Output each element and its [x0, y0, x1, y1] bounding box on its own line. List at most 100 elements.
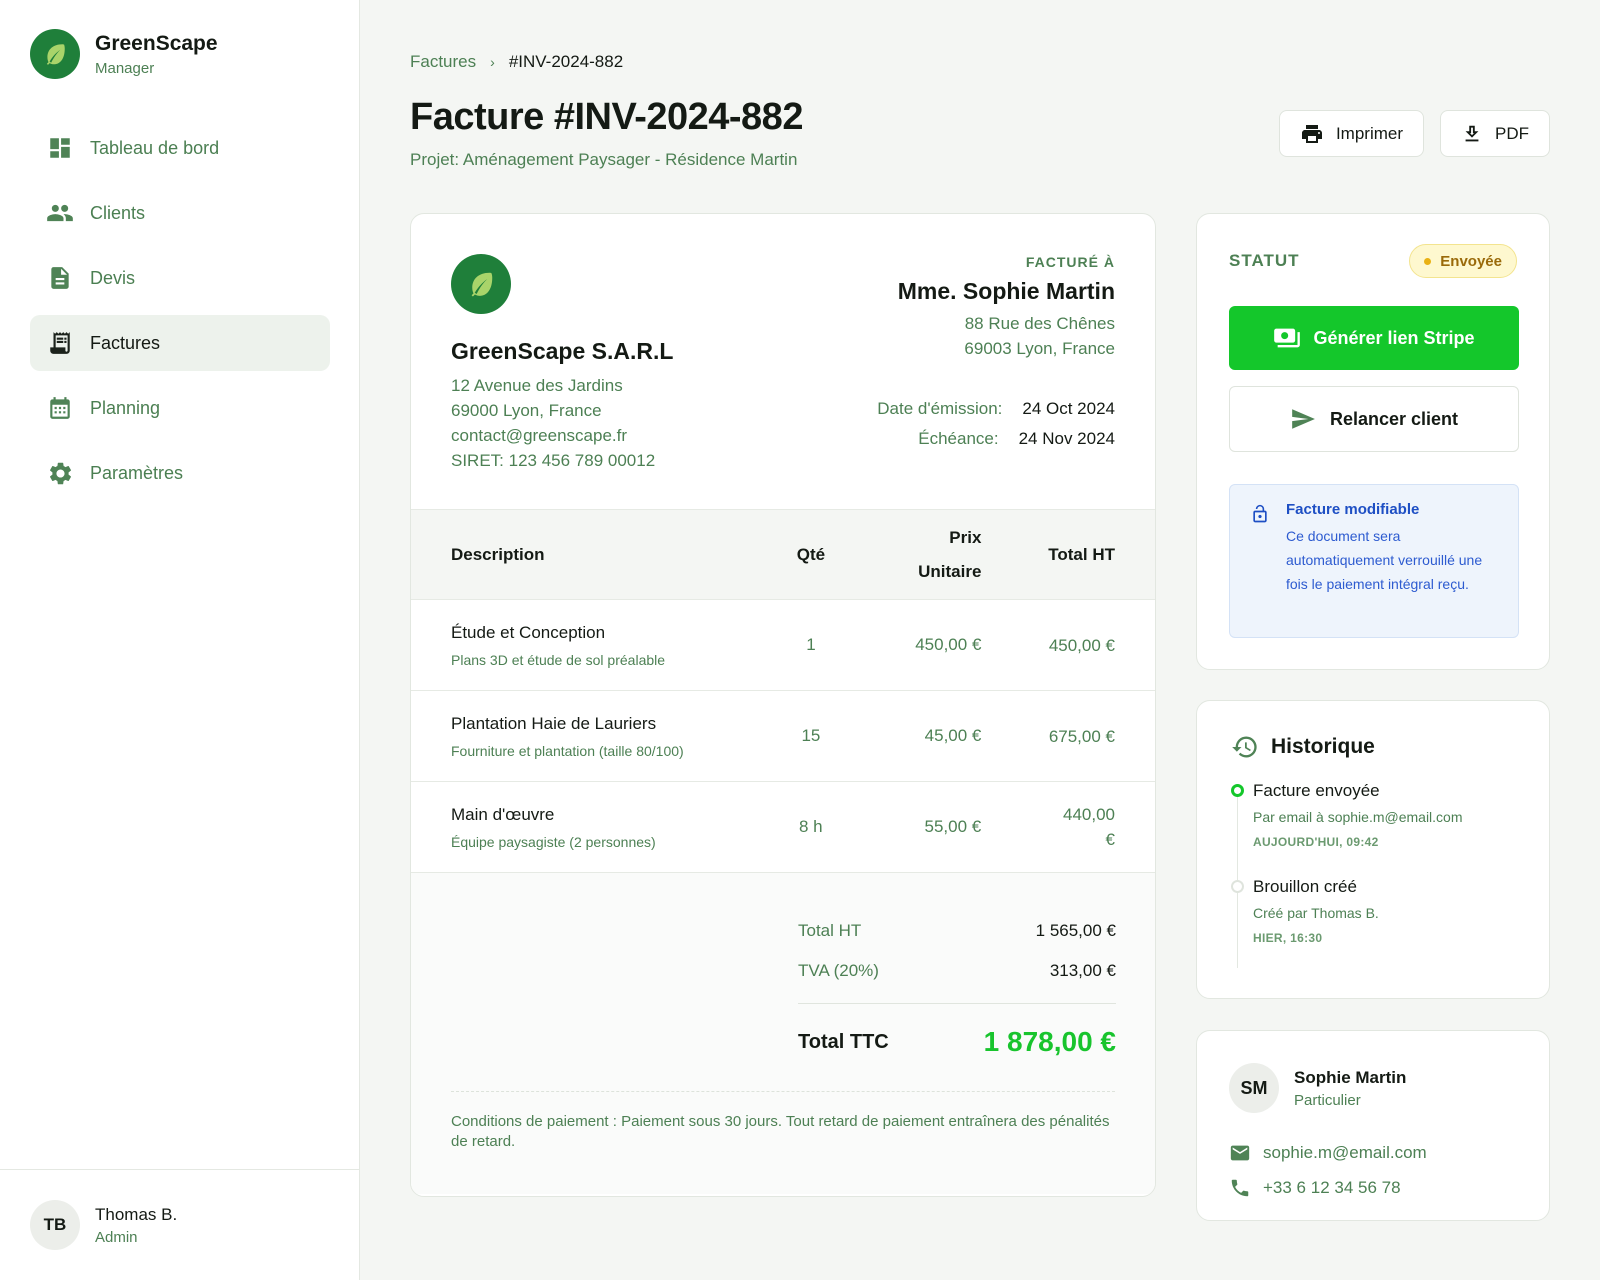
brand[interactable]: GreenScape Manager: [30, 29, 218, 79]
timeline-item: Facture envoyée Par email à sophie.m@ema…: [1231, 781, 1463, 849]
sidebar-item-dashboard[interactable]: Tableau de bord: [30, 120, 330, 176]
line-item-qty: 1: [806, 635, 816, 654]
company-address-line1: 12 Avenue des Jardins: [451, 376, 623, 395]
chevron-right-icon: ›: [490, 54, 495, 70]
breadcrumb-current: #INV-2024-882: [508, 52, 624, 71]
line-item-description: Fourniture et plantation (taille 80/100): [451, 742, 684, 759]
invoice-header: GreenScape S.A.R.L 12 Avenue des Jardins…: [411, 214, 1155, 510]
table-row: Étude et Conception Plans 3D et étude de…: [411, 600, 1155, 691]
brand-role: Manager: [95, 59, 155, 77]
client-phone: +33 6 12 34 56 78: [1263, 1178, 1401, 1197]
lock-open-icon: [1253, 504, 1267, 523]
status-dot-icon: [1424, 257, 1432, 265]
sidebar-item-clients[interactable]: Clients: [30, 185, 330, 241]
company-name: GreenScape S.A.R.L: [451, 338, 674, 364]
total-ttc-value: 1 878,00 €: [983, 1026, 1116, 1057]
line-item-title: Plantation Haie de Lauriers: [451, 713, 657, 733]
timeline-event-title: Brouillon créé: [1253, 877, 1357, 896]
line-item-total: 440,00 €: [1063, 805, 1115, 849]
issue-date-label: Date d'émission:: [877, 399, 1003, 418]
status-label: STATUT: [1229, 251, 1300, 270]
sidebar: GreenScape Manager Tableau de bord Clien…: [0, 0, 360, 1280]
bill-to-label: FACTURÉ À: [1025, 254, 1115, 270]
people-icon: [46, 199, 74, 227]
sidebar-item-devis[interactable]: Devis: [30, 250, 330, 306]
sidebar-item-label: Factures: [90, 332, 161, 353]
bill-to-address-line2: 69003 Lyon, France: [964, 339, 1115, 358]
user-profile[interactable]: TB Thomas B. Admin: [0, 1169, 360, 1280]
leaf-logo-icon: [30, 29, 80, 79]
line-item-unit-price: 45,00 €: [924, 726, 982, 745]
pdf-button[interactable]: PDF: [1440, 110, 1550, 157]
total-ht-value: 1 565,00 €: [1035, 921, 1116, 940]
download-icon: [1465, 125, 1479, 141]
payment-conditions: Conditions de paiement : Paiement sous 3…: [451, 1091, 1115, 1152]
timeline-event-detail: Par email à sophie.m@email.com: [1253, 809, 1463, 825]
company-address-line2: 69000 Lyon, France: [451, 401, 602, 420]
page-title: Facture #INV-2024-882: [410, 96, 803, 138]
totals-section: Total HT 1 565,00 € TVA (20%) 313,00 € T…: [411, 873, 1155, 1194]
line-item-title: Étude et Conception: [451, 622, 606, 642]
document-icon: [46, 264, 74, 292]
sidebar-item-label: Planning: [90, 397, 161, 418]
invoice-card: GreenScape S.A.R.L 12 Avenue des Jardins…: [410, 213, 1156, 1197]
timeline-event-time: HIER, 16:30: [1253, 931, 1323, 945]
pdf-label: PDF: [1495, 123, 1529, 143]
calendar-icon: [46, 394, 74, 422]
sidebar-item-parametres[interactable]: Paramètres: [30, 445, 330, 501]
dashboard-icon: [46, 134, 74, 162]
tva-value: 313,00 €: [1049, 961, 1116, 980]
client-email: sophie.m@email.com: [1263, 1143, 1427, 1162]
timeline-dot-icon: [1231, 880, 1244, 893]
issue-date-value: 24 Oct 2024: [1022, 399, 1115, 418]
bill-to-address-line1: 88 Rue des Chênes: [964, 314, 1115, 333]
history-icon: [1232, 736, 1257, 758]
timeline-dot-icon: [1231, 784, 1244, 797]
line-item-description: Équipe paysagiste (2 personnes): [451, 833, 656, 850]
line-item-qty: 15: [801, 726, 821, 745]
tva-label: TVA (20%): [798, 961, 879, 980]
info-text: Ce document sera automatiquement verroui…: [1286, 528, 1483, 592]
remind-button-label: Relancer client: [1329, 408, 1459, 429]
timeline-event-title: Facture envoyée: [1253, 781, 1380, 800]
column-qty: Qté: [796, 544, 826, 564]
avatar: TB: [30, 1200, 80, 1250]
mail-icon: [1230, 1145, 1250, 1161]
column-unit-price-line1: Prix: [949, 527, 982, 547]
history-card: Historique Facture envoyée Par email à s…: [1196, 700, 1550, 999]
status-badge: Envoyée: [1409, 244, 1517, 278]
client-type: Particulier: [1294, 1091, 1361, 1109]
sidebar-item-label: Paramètres: [90, 462, 184, 483]
table-row: Plantation Haie de Lauriers Fourniture e…: [411, 691, 1155, 782]
send-icon: [1292, 409, 1315, 429]
client-email-link[interactable]: sophie.m@email.com: [1229, 1142, 1427, 1164]
breadcrumb: Factures › #INV-2024-882: [410, 52, 623, 72]
print-label: Imprimer: [1335, 123, 1403, 143]
client-phone-link[interactable]: +33 6 12 34 56 78: [1229, 1177, 1401, 1199]
table-row: Main d'œuvre Équipe paysagiste (2 person…: [411, 782, 1155, 873]
generate-stripe-link-button[interactable]: Générer lien Stripe: [1229, 306, 1519, 370]
phone-icon: [1231, 1179, 1249, 1197]
company-email: contact@greenscape.fr: [451, 426, 628, 445]
line-item-title: Main d'œuvre: [451, 804, 555, 824]
timeline-event-time: AUJOURD'HUI, 09:42: [1253, 835, 1379, 849]
sidebar-nav: Tableau de bord Clients Devis Factures P…: [30, 120, 330, 510]
gear-icon: [46, 459, 74, 487]
receipt-icon: [46, 329, 74, 357]
remind-client-button[interactable]: Relancer client: [1229, 386, 1519, 452]
sidebar-item-factures[interactable]: Factures: [30, 315, 330, 371]
line-item-description: Plans 3D et étude de sol préalable: [451, 651, 666, 668]
breadcrumb-factures-link[interactable]: Factures: [410, 52, 476, 72]
print-button[interactable]: Imprimer: [1278, 110, 1424, 157]
sidebar-item-planning[interactable]: Planning: [30, 380, 330, 436]
user-role: Admin: [95, 1228, 138, 1246]
due-date-label: Échéance:: [918, 429, 999, 448]
sidebar-item-label: Devis: [90, 267, 136, 288]
table-header: Description Qté Prix Unitaire Total HT: [411, 510, 1155, 600]
info-title: Facture modifiable: [1286, 501, 1420, 518]
bill-to-name: Mme. Sophie Martin: [897, 278, 1115, 304]
line-item-total: 450,00 €: [1048, 635, 1115, 655]
sidebar-item-label: Tableau de bord: [90, 137, 220, 158]
column-total-ht: Total HT: [1048, 544, 1115, 564]
total-ttc-label: Total TTC: [798, 1030, 889, 1053]
